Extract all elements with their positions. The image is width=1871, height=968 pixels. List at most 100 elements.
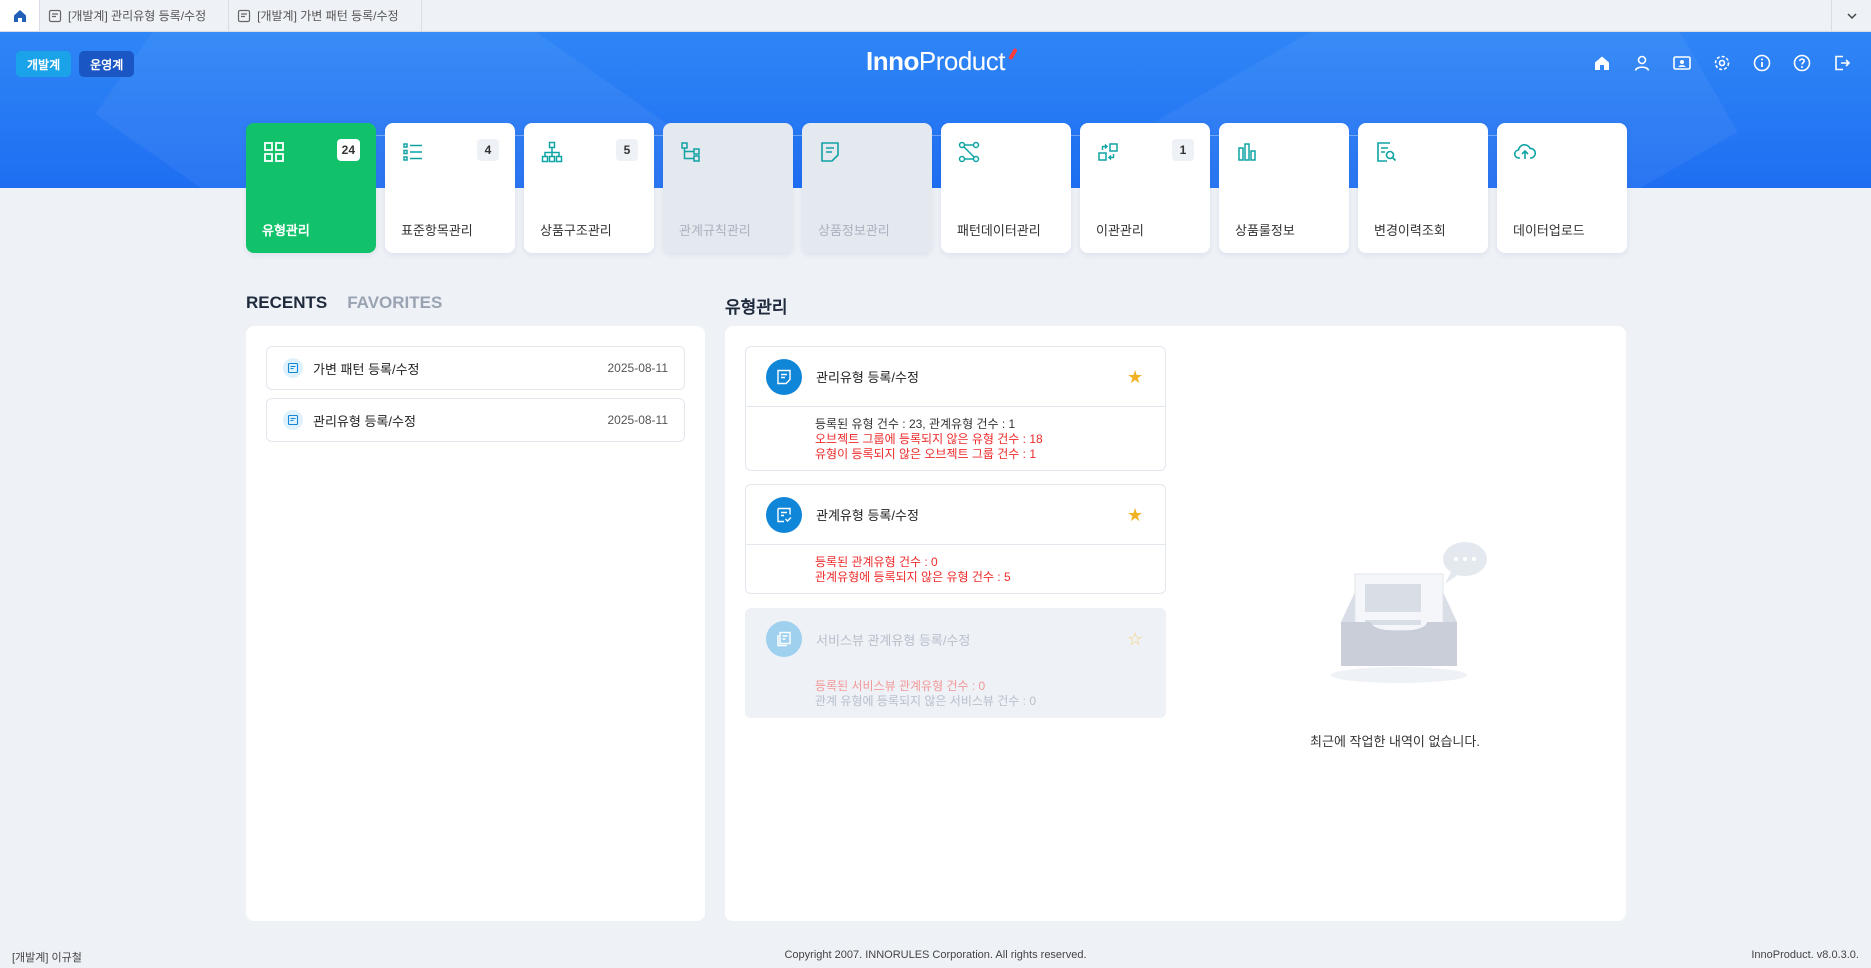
count-badge: 5 [616, 139, 638, 161]
tab-list-dropdown[interactable] [1831, 0, 1871, 31]
count-badge: 4 [477, 139, 499, 161]
home-icon[interactable] [1591, 52, 1613, 74]
recent-item-label: 가변 패턴 등록/수정 [313, 361, 420, 377]
menu-card-product-structure[interactable]: 5 상품구조관리 [524, 123, 654, 253]
logout-icon[interactable] [1831, 52, 1853, 74]
menu-label: 상품룰정보 [1235, 223, 1295, 238]
tab-bar: [개발계] 관리유형 등록/수정 [개발계] 가변 패턴 등록/수정 [0, 0, 1871, 32]
menu-card-standard-items[interactable]: 4 표준항목관리 [385, 123, 515, 253]
tab-item[interactable]: [개발계] 가변 패턴 등록/수정 [229, 0, 422, 31]
menu-label: 표준항목관리 [401, 223, 473, 238]
recent-item-date: 2025-08-11 [607, 361, 669, 375]
bar-chart-icon [1238, 143, 1256, 161]
user-icon[interactable] [1631, 52, 1653, 74]
environment-switch: 개발계 운영계 [16, 51, 135, 77]
profile-card-icon[interactable] [1671, 52, 1693, 74]
function-card[interactable]: 관계유형 등록/수정 ★ 등록된 관계유형 건수 : 0 관계유형에 등록되지 … [745, 484, 1166, 594]
stat-line: 유형이 등록되지 않은 오브젝트 그룹 건수 : 1 [815, 447, 1037, 461]
document-icon [283, 410, 303, 430]
footer-version: InnoProduct. v8.0.3.0. [1751, 949, 1859, 961]
count-badge: 24 [336, 139, 360, 161]
logo-light: Product [918, 46, 1006, 76]
tab-item[interactable]: [개발계] 관리유형 등록/수정 [40, 0, 230, 31]
menu-card-product-info[interactable]: 상품정보관리 [802, 123, 932, 253]
menu-card-change-history[interactable]: 변경이력조회 [1358, 123, 1488, 253]
function-card[interactable]: 서비스뷰 관계유형 등록/수정 ☆ 등록된 서비스뷰 관계유형 건수 : 0 관… [745, 608, 1166, 718]
menu-card-relation-rules[interactable]: 관계규칙관리 [663, 123, 793, 253]
function-card-header: 관계유형 등록/수정 ★ [746, 485, 1165, 545]
document-icon [766, 358, 802, 395]
menu-card-pattern-data[interactable]: 패턴데이터관리 [941, 123, 1071, 253]
menu-label: 상품정보관리 [818, 223, 890, 238]
tab-label: [개발계] 가변 패턴 등록/수정 [257, 9, 399, 23]
star-icon[interactable]: ★ [1127, 368, 1145, 386]
function-card-title: 서비스뷰 관계유형 등록/수정 [816, 632, 971, 648]
stat-line: 등록된 유형 건수 : 23, 관계유형 건수 : 1 [815, 417, 1016, 431]
env-ops-button[interactable]: 운영계 [79, 51, 135, 77]
stat-line: 관계 유형에 등록되지 않은 서비스뷰 건수 : 0 [815, 694, 1037, 708]
tab-spacer [422, 0, 1831, 31]
documents-icon [766, 621, 802, 657]
recents-panel: 가변 패턴 등록/수정 2025-08-11 관리유형 등록/수정 2025-0… [246, 326, 705, 921]
pattern-icon [958, 141, 980, 163]
function-card-header: 관리유형 등록/수정 ★ [746, 347, 1165, 407]
search-document-icon [1377, 142, 1397, 162]
menu-label: 데이터업로드 [1513, 223, 1585, 238]
function-card-header: 서비스뷰 관계유형 등록/수정 ☆ [746, 609, 1165, 669]
stat-line: 관계유형에 등록되지 않은 유형 건수 : 5 [815, 570, 1011, 584]
recent-item-date: 2025-08-11 [607, 413, 669, 427]
menu-card-data-upload[interactable]: 데이터업로드 [1497, 123, 1627, 253]
transfer-icon [1098, 143, 1118, 161]
footer: [개발계] 이규철 Copyright 2007. INNORULES Corp… [0, 945, 1871, 968]
recents-favorites-tabs: RECENTS FAVORITES [246, 293, 442, 313]
menu-card-migration[interactable]: 1 이관관리 [1080, 123, 1210, 253]
menu-label: 관계규칙관리 [679, 223, 751, 238]
home-icon [13, 9, 26, 22]
app-logo[interactable]: InnoProduct [866, 46, 1018, 77]
list-icon [403, 143, 422, 161]
list-item[interactable]: 가변 패턴 등록/수정 2025-08-11 [266, 346, 685, 390]
count-badge: 1 [1172, 139, 1194, 161]
menu-card-product-rule-info[interactable]: 상품룰정보 [1219, 123, 1349, 253]
menu-label: 유형관리 [262, 223, 310, 238]
list-item[interactable]: 관리유형 등록/수정 2025-08-11 [266, 398, 685, 442]
document-icon [283, 358, 303, 378]
stat-line: 오브젝트 그룹에 등록되지 않은 유형 건수 : 18 [815, 432, 1043, 446]
document-icon [821, 142, 839, 162]
stat-line: 등록된 서비스뷰 관계유형 건수 : 0 [815, 679, 986, 693]
help-icon[interactable] [1791, 52, 1813, 74]
tab-label: [개발계] 관리유형 등록/수정 [68, 9, 207, 23]
grid-icon [264, 142, 284, 162]
menu-label: 패턴데이터관리 [957, 223, 1041, 238]
menu-card-type-management[interactable]: 24 유형관리 [246, 123, 376, 253]
footer-copyright: Copyright 2007. INNORULES Corporation. A… [784, 949, 1087, 961]
section-title: 유형관리 [725, 298, 788, 317]
logo-accent [1008, 47, 1018, 61]
cloud-upload-icon [1513, 144, 1537, 159]
function-card-title: 관리유형 등록/수정 [816, 370, 919, 385]
info-icon[interactable] [1751, 52, 1773, 74]
function-card-title: 관계유형 등록/수정 [816, 508, 919, 523]
settings-icon[interactable] [1711, 52, 1733, 74]
empty-inbox-illustration [1331, 542, 1487, 683]
document-check-icon [766, 496, 802, 533]
tab-recents[interactable]: RECENTS [246, 293, 327, 313]
env-dev-button[interactable]: 개발계 [16, 51, 72, 77]
menu-label: 이관관리 [1096, 223, 1144, 238]
document-icon [48, 9, 62, 22]
star-outline-icon[interactable]: ☆ [1127, 630, 1145, 648]
menu-label: 상품구조관리 [540, 223, 612, 238]
home-tab[interactable] [0, 0, 40, 31]
hierarchy-icon [541, 141, 563, 163]
header-toolbar [1591, 52, 1853, 74]
function-card-body: 등록된 유형 건수 : 23, 관계유형 건수 : 1 오브젝트 그룹에 등록되… [746, 407, 1165, 470]
tab-favorites[interactable]: FAVORITES [347, 293, 442, 313]
function-card-body: 등록된 서비스뷰 관계유형 건수 : 0 관계 유형에 등록되지 않은 서비스뷰… [746, 669, 1165, 717]
stat-line: 등록된 관계유형 건수 : 0 [815, 555, 938, 569]
function-card-body: 등록된 관계유형 건수 : 0 관계유형에 등록되지 않은 유형 건수 : 5 [746, 545, 1165, 593]
empty-message: 최근에 작업한 내역이 없습니다. [1310, 734, 1480, 749]
star-icon[interactable]: ★ [1127, 506, 1145, 524]
logo-bold: Inno [866, 46, 919, 76]
menu-label: 변경이력조회 [1374, 223, 1446, 238]
function-card[interactable]: 관리유형 등록/수정 ★ 등록된 유형 건수 : 23, 관계유형 건수 : 1… [745, 346, 1166, 471]
